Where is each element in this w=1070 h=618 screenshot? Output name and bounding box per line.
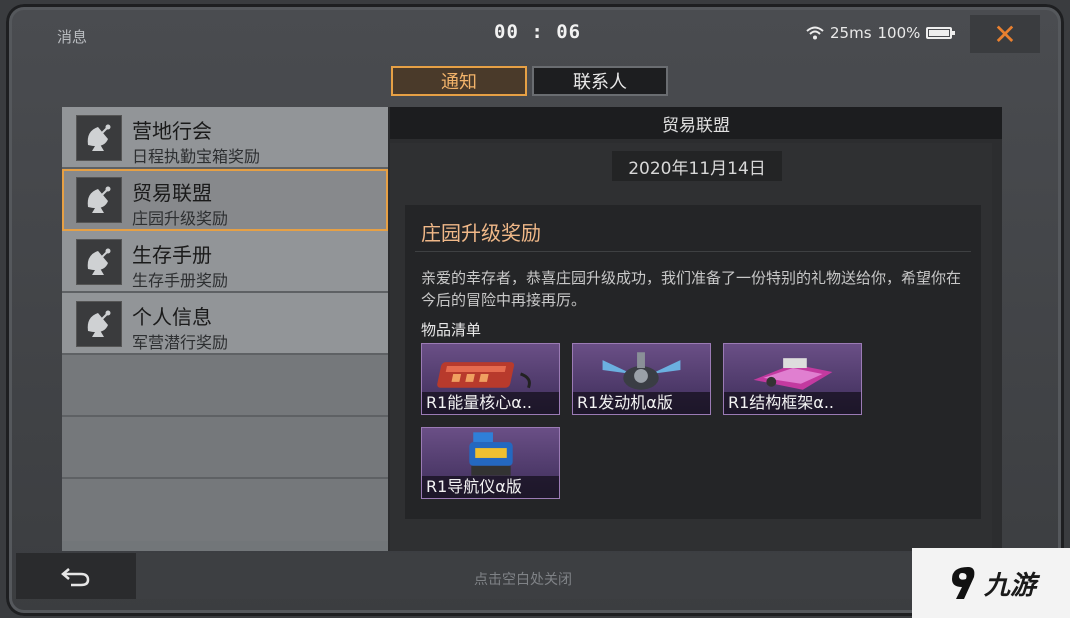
message-subtitle: 生存手册奖励 bbox=[132, 271, 229, 290]
reward-items: R1能量核心α.. R1发动机α版 R1结构框架α.. R1导航仪α版 bbox=[421, 343, 981, 499]
message-item-trade-alliance[interactable]: 贸易联盟 庄园升级奖励 bbox=[62, 169, 388, 231]
message-text: 亲爱的幸存者，恭喜庄园升级成功，我们准备了一份特别的礼物送给你，希望你在今后的冒… bbox=[421, 269, 962, 309]
reward-item[interactable]: R1发动机α版 bbox=[572, 343, 711, 415]
tab-notifications[interactable]: 通知 bbox=[391, 66, 527, 96]
divider bbox=[415, 251, 971, 252]
reward-item-label: R1导航仪α版 bbox=[422, 476, 559, 498]
ping-text: 25ms bbox=[830, 24, 872, 42]
wifi-icon bbox=[806, 26, 824, 40]
reward-item-label: R1结构框架α.. bbox=[724, 392, 861, 414]
message-subtitle: 日程执勤宝箱奖励 bbox=[132, 147, 261, 166]
close-button[interactable]: ✕ bbox=[970, 15, 1040, 53]
message-title: 生存手册 bbox=[132, 243, 212, 267]
message-item-survival-handbook[interactable]: 生存手册 生存手册奖励 bbox=[62, 231, 388, 293]
watermark-text: 九游 bbox=[983, 570, 1036, 601]
message-item-camp-guild[interactable]: 营地行会 日程执勤宝箱奖励 bbox=[62, 107, 388, 169]
reward-item-label: R1发动机α版 bbox=[573, 392, 710, 414]
message-card: 庄园升级奖励 亲爱的幸存者，恭喜庄园升级成功，我们准备了一份特别的礼物送给你，希… bbox=[405, 205, 981, 519]
sender-header: 贸易联盟 bbox=[390, 107, 1002, 139]
message-subject: 庄园升级奖励 bbox=[421, 221, 541, 245]
message-subtitle: 庄园升级奖励 bbox=[132, 209, 229, 228]
battery-text: 100% bbox=[877, 24, 921, 42]
satellite-dish-icon bbox=[76, 115, 122, 161]
satellite-dish-icon bbox=[76, 301, 122, 347]
reward-item[interactable]: R1结构框架α.. bbox=[723, 343, 862, 415]
navigator-icon bbox=[469, 432, 513, 476]
message-body-area: 2020年11月14日 庄园升级奖励 亲爱的幸存者，恭喜庄园升级成功，我们准备了… bbox=[390, 143, 992, 551]
jiuyou-logo-icon bbox=[951, 567, 975, 599]
reward-item[interactable]: R1能量核心α.. bbox=[421, 343, 560, 415]
watermark-logo: 九游 bbox=[912, 548, 1070, 618]
window-title: 消息 bbox=[57, 28, 88, 46]
tab-bar: 通知 联系人 bbox=[391, 66, 668, 96]
list-item-empty bbox=[62, 355, 388, 417]
message-date: 2020年11月14日 bbox=[612, 151, 782, 181]
back-button[interactable] bbox=[16, 553, 136, 599]
engine-icon bbox=[602, 352, 681, 390]
close-icon: ✕ bbox=[993, 17, 1017, 51]
frame-icon bbox=[753, 358, 833, 390]
satellite-dish-icon bbox=[76, 177, 122, 223]
message-title: 贸易联盟 bbox=[132, 181, 212, 205]
reward-item[interactable]: R1导航仪α版 bbox=[421, 427, 560, 499]
close-hint[interactable]: 点击空白处关闭 bbox=[474, 569, 572, 589]
energy-core-icon bbox=[437, 362, 531, 389]
message-title: 营地行会 bbox=[132, 119, 212, 143]
bottom-bar: 点击空白处关闭 bbox=[16, 553, 1056, 599]
status-bar: 25ms 100% bbox=[806, 24, 956, 42]
message-item-personal-info[interactable]: 个人信息 军营潜行奖励 bbox=[62, 293, 388, 355]
timer: 00 : 06 bbox=[494, 21, 582, 43]
satellite-dish-icon bbox=[76, 239, 122, 285]
message-subtitle: 军营潜行奖励 bbox=[132, 333, 229, 352]
list-item-empty bbox=[62, 417, 388, 479]
items-list-label: 物品清单 bbox=[421, 321, 482, 339]
reward-item-label: R1能量核心α.. bbox=[422, 392, 559, 414]
message-detail-panel: 贸易联盟 2020年11月14日 庄园升级奖励 亲爱的幸存者，恭喜庄园升级成功，… bbox=[390, 107, 1002, 551]
list-item-empty bbox=[62, 479, 388, 541]
tab-contacts[interactable]: 联系人 bbox=[532, 66, 668, 96]
message-title: 个人信息 bbox=[132, 305, 212, 329]
battery-icon bbox=[926, 27, 956, 39]
back-arrow-icon bbox=[61, 568, 90, 587]
top-bar: 消息 00 : 06 25ms 100% ✕ bbox=[0, 0, 1070, 64]
message-list: 营地行会 日程执勤宝箱奖励 贸易联盟 庄园升级奖励 生存手册 生存手册奖励 个人… bbox=[62, 107, 390, 551]
